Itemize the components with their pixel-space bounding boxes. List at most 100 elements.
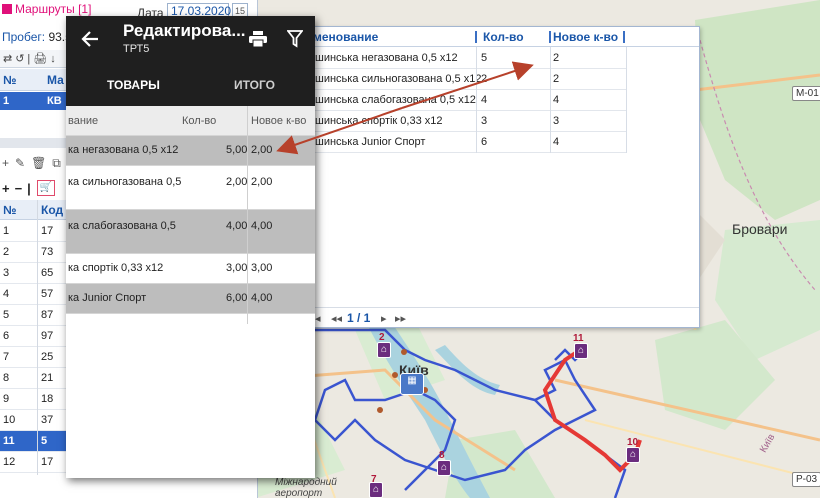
goods-name: шинська слабогазована 0,5 х12 [315, 94, 476, 106]
m-goods-new-qty: 4,00 [251, 220, 273, 232]
m-goods-new-qty: 3,00 [251, 262, 273, 274]
col-qty-header[interactable]: Кол-во [483, 30, 524, 44]
pin-icon-8[interactable]: ⌂ [437, 460, 451, 476]
point-no: 9 [3, 393, 10, 405]
routes-toolbar[interactable]: ⇄↺|🖨↓ [0, 50, 70, 68]
point-row[interactable]: 9 18 [0, 389, 70, 410]
tab-total[interactable]: ИТОГО [234, 78, 275, 92]
point-no: 11 [3, 435, 15, 447]
goods-qty: 4 [481, 94, 488, 106]
col-line [476, 47, 477, 153]
routes-table-header: № Ма [0, 69, 70, 91]
points-col-divider [37, 200, 38, 475]
goods-name: шинська спортік 0,33 х12 [315, 115, 443, 127]
grid-pager: ◂ ◂◂ 1 / 1 ▸ ▸▸ [301, 307, 699, 327]
goods-row[interactable]: шинська сильногазована 0,5 х12 2 2 [301, 69, 627, 90]
point-row[interactable]: 6 97 [0, 326, 70, 347]
mobile-goods-row[interactable]: ка Junior Спорт 6,00 4,00 [66, 284, 315, 314]
m-goods-name: ка Junior Спорт [68, 292, 147, 304]
route-name: КВ [47, 95, 62, 107]
mobile-table-header: вание Кол-во Новое к-во [66, 106, 315, 136]
routes-scrollbar[interactable] [0, 138, 70, 148]
pager-last-icon[interactable]: ▸▸ [395, 312, 406, 325]
point-code: 21 [41, 372, 54, 384]
point-code: 73 [41, 246, 54, 258]
pin-icon-11[interactable]: ⌂ [574, 343, 588, 359]
pin-icon-7[interactable]: ⌂ [369, 482, 383, 498]
col-divider [475, 31, 477, 43]
points-toolbar[interactable]: +✎🗑⧉ [2, 156, 67, 171]
point-no: 7 [3, 351, 10, 363]
col-new-qty-header[interactable]: Новое к-во [553, 30, 618, 44]
point-row[interactable]: 2 73 [0, 242, 70, 263]
m-goods-name: ка сильногазована 0,5 [68, 176, 182, 188]
goods-name: шинська Junior Спорт [315, 136, 426, 148]
goods-row[interactable]: шинська Junior Спорт 6 4 [301, 132, 627, 153]
goods-new-qty: 2 [553, 52, 560, 64]
goods-new-qty: 4 [553, 94, 560, 106]
points-add-remove[interactable]: +−| [2, 181, 36, 196]
point-row[interactable]: 10 37 [0, 410, 70, 431]
routes-title[interactable]: Маршруты [1] [2, 2, 91, 16]
point-code: 25 [41, 351, 54, 363]
point-row[interactable]: 11 5 [0, 431, 70, 452]
points-col-no[interactable]: № [3, 203, 16, 217]
point-row[interactable]: 12 17 [0, 452, 70, 473]
mobile-goods-row[interactable]: ка сильногазована 0,5 2,00 2,00 [66, 166, 315, 210]
pager-next-icon[interactable]: ▸ [381, 312, 387, 325]
goods-row[interactable]: шинська слабогазована 0,5 х12 4 4 [301, 90, 627, 111]
point-code: 37 [41, 414, 54, 426]
point-row[interactable]: 1 17 [0, 221, 70, 242]
pin-icon-2[interactable]: ⌂ [377, 342, 391, 358]
point-row[interactable]: 4 57 [0, 284, 70, 305]
city-label-brovary: Бровари [732, 221, 788, 237]
m-goods-qty: 6,00 [226, 292, 248, 304]
point-code: 57 [41, 288, 54, 300]
warehouse-icon[interactable]: ▦ [400, 373, 424, 395]
point-row[interactable]: 5 87 [0, 305, 70, 326]
col-line [626, 47, 627, 153]
point-no: 2 [3, 246, 10, 258]
m-col-qty: Кол-во [182, 115, 217, 127]
goods-row[interactable]: шинська негазована 0,5 х12 5 2 [301, 48, 627, 69]
pin-icon-10[interactable]: ⌂ [626, 447, 640, 463]
point-code: 17 [41, 456, 54, 468]
points-col-code[interactable]: Код [41, 203, 63, 217]
mobile-goods-row[interactable]: ка слабогазована 0,5 4,00 4,00 [66, 210, 315, 254]
point-code: 5 [41, 435, 48, 447]
goods-row[interactable]: шинська спортік 0,33 х12 3 3 [301, 111, 627, 132]
mobile-title: Редактирова... [123, 21, 246, 40]
point-no: 1 [3, 225, 10, 237]
point-no: 5 [3, 309, 10, 321]
m-goods-qty: 2,00 [226, 176, 248, 188]
goods-qty: 2 [481, 73, 488, 85]
tab-goods[interactable]: ТОВАРЫ [107, 78, 160, 92]
goods-new-qty: 2 [553, 73, 560, 85]
point-row[interactable]: 8 21 [0, 368, 70, 389]
route-no: 1 [3, 95, 10, 107]
m-goods-qty: 4,00 [226, 220, 248, 232]
point-no: 10 [3, 414, 16, 426]
filter-icon[interactable] [287, 30, 303, 48]
mobile-tabs: ТОВАРЫ ИТОГО [66, 62, 315, 152]
collapse-icon[interactable] [2, 4, 12, 14]
pager-first-icon[interactable]: ◂ [315, 312, 321, 325]
point-row[interactable]: 7 25 [0, 347, 70, 368]
points-table-header: № Код [0, 200, 70, 220]
col-divider [623, 31, 625, 43]
arrow-back-icon[interactable] [80, 29, 100, 49]
print-icon[interactable] [249, 31, 267, 47]
route-row[interactable]: 1 КВ [0, 92, 70, 110]
pager-prev-icon[interactable]: ◂◂ [331, 312, 342, 325]
goods-grid-header: менование Кол-во Новое к-во [301, 27, 699, 47]
road-badge-m01: М-01 [792, 86, 820, 101]
mobile-goods-row[interactable]: ка негазована 0,5 х12 5,00 2,00 [66, 136, 315, 166]
routes-col-name[interactable]: Ма [47, 73, 64, 87]
point-row[interactable]: 3 65 [0, 263, 70, 284]
mobile-empty-area [66, 324, 315, 478]
mobile-goods-row[interactable]: ка спортік 0,33 х12 3,00 3,00 [66, 254, 315, 284]
mobile-app-bar: Редактирова... ТРТ5 [66, 16, 315, 62]
routes-col-no[interactable]: № [3, 73, 16, 87]
col-name-header[interactable]: менование [313, 30, 378, 44]
cart-icon[interactable]: 🛒 [37, 180, 55, 196]
